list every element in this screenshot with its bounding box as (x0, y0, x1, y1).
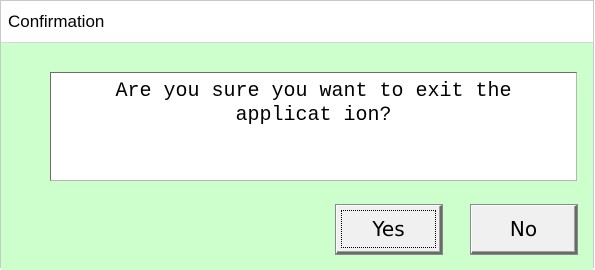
title-bar[interactable]: Confirmation (1, 1, 593, 42)
message-line-1: Are you sure you want to exit the (115, 80, 512, 103)
message-text: Are you sure you want to exit the applic… (71, 80, 556, 128)
confirmation-dialog: Confirmation Are you sure you want to ex… (0, 0, 594, 270)
yes-button-label: Yes (372, 217, 405, 241)
no-button-label: No (509, 217, 538, 241)
dialog-body: Are you sure you want to exit the applic… (1, 42, 593, 270)
message-box: Are you sure you want to exit the applic… (50, 72, 577, 181)
no-button[interactable]: No (471, 205, 577, 254)
yes-button[interactable]: Yes (336, 205, 442, 254)
dialog-title: Confirmation (8, 12, 105, 31)
message-line-2: applicat ion? (235, 104, 392, 127)
